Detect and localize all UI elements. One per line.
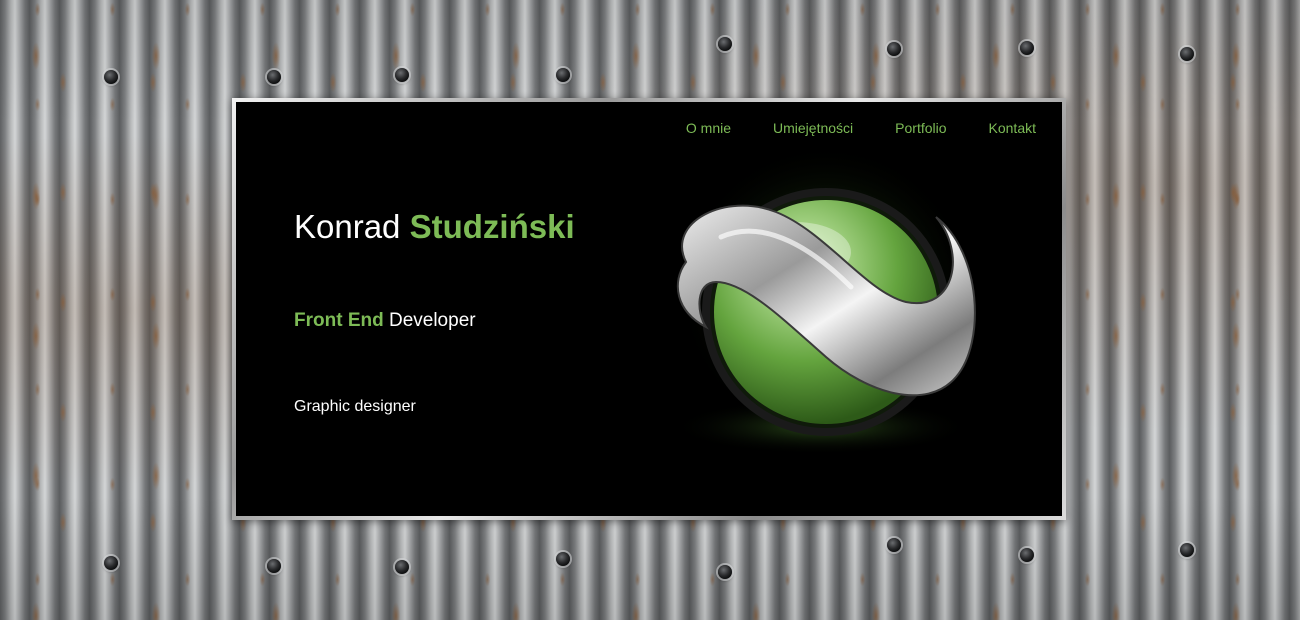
role-rest: Developer bbox=[388, 310, 476, 331]
page-title: Konrad Studziński bbox=[294, 208, 575, 246]
rivet-icon bbox=[1020, 548, 1034, 562]
hero-screen: O mnie Umiejętności Portfolio Kontakt Ko… bbox=[236, 102, 1062, 516]
metal-frame: O mnie Umiejętności Portfolio Kontakt Ko… bbox=[232, 98, 1066, 520]
role-accent: Front End bbox=[294, 310, 384, 331]
rivet-icon bbox=[267, 559, 281, 573]
rivet-icon bbox=[1180, 47, 1194, 61]
rivet-icon bbox=[556, 552, 570, 566]
rivet-icon bbox=[556, 68, 570, 82]
nav-item-about[interactable]: O mnie bbox=[686, 120, 731, 136]
rivet-icon bbox=[718, 37, 732, 51]
main-nav: O mnie Umiejętności Portfolio Kontakt bbox=[686, 120, 1036, 136]
rivet-icon bbox=[395, 68, 409, 82]
rivet-icon bbox=[267, 70, 281, 84]
rivet-icon bbox=[887, 538, 901, 552]
rivet-icon bbox=[104, 70, 118, 84]
rivet-icon bbox=[718, 565, 732, 579]
first-name: Konrad bbox=[294, 208, 401, 245]
subrole-line: Graphic designer bbox=[294, 398, 416, 415]
last-name: Studziński bbox=[409, 208, 575, 245]
nav-item-skills[interactable]: Umiejętności bbox=[773, 120, 853, 136]
rivet-icon bbox=[887, 42, 901, 56]
nav-item-contact[interactable]: Kontakt bbox=[989, 120, 1036, 136]
rivet-icon bbox=[104, 556, 118, 570]
role-line: Front End Developer bbox=[294, 310, 476, 332]
nav-item-portfolio[interactable]: Portfolio bbox=[895, 120, 946, 136]
rivet-icon bbox=[395, 560, 409, 574]
rivet-icon bbox=[1180, 543, 1194, 557]
rivet-icon bbox=[1020, 41, 1034, 55]
logo-icon bbox=[671, 142, 976, 455]
